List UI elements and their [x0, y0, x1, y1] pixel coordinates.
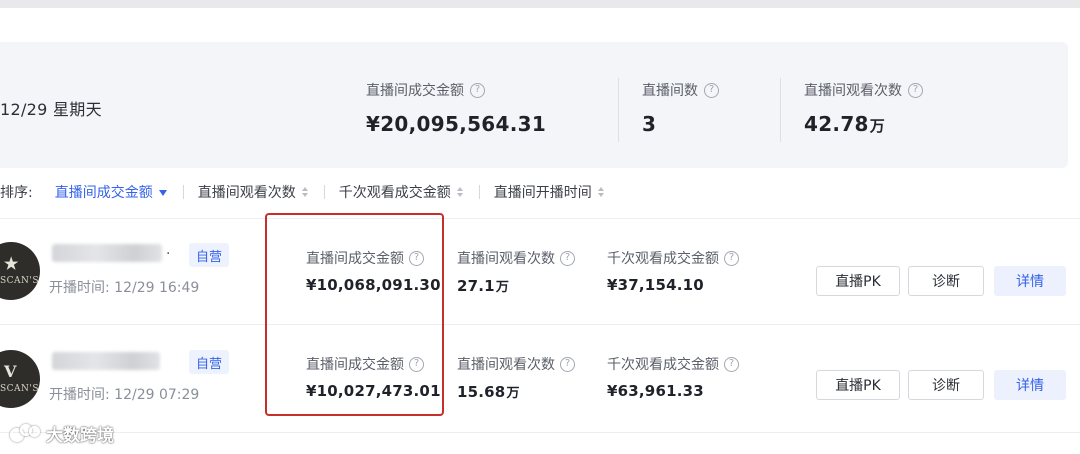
room-views: 直播间观看次数? 27.1万 — [457, 248, 575, 295]
live-pk-button[interactable]: 直播PK — [816, 370, 900, 400]
divider — [323, 185, 325, 199]
sort-arrows-icon — [456, 187, 463, 197]
help-icon[interactable]: ? — [560, 356, 575, 372]
sort-option-start-time[interactable]: 直播间开播时间 — [494, 182, 604, 202]
detail-button[interactable]: 详情 — [994, 266, 1066, 296]
divider — [182, 185, 184, 199]
room-gpm: 千次观看成交金额? ¥63,961.33 — [607, 354, 739, 400]
sort-label: 排序: — [0, 185, 33, 201]
help-icon[interactable]: ? — [704, 82, 719, 98]
divider — [0, 432, 1080, 433]
highlight-annotation-box — [265, 213, 444, 416]
watermark: 大数跨境 — [10, 421, 114, 446]
help-icon[interactable]: ? — [724, 250, 739, 266]
diagnose-button[interactable]: 诊断 — [908, 370, 984, 400]
avatar: V SCAN'S — [0, 350, 40, 408]
sort-bar: 排序: 直播间成交金额 直播间观看次数 千次观看成交金额 直播间开播时间 — [0, 180, 604, 204]
sort-arrows-icon — [301, 187, 308, 197]
self-operated-badge: 自营 — [189, 350, 230, 374]
metric-gmv-label: 直播间成交金额 — [366, 83, 464, 99]
divider — [0, 218, 1080, 219]
metric-room-count-value: 3 — [642, 112, 657, 136]
self-operated-badge: 自营 — [189, 243, 230, 267]
metric-room-count: 直播间数 ? 3 — [642, 80, 719, 136]
help-icon[interactable]: ? — [724, 356, 739, 372]
divider — [0, 324, 1080, 325]
help-icon[interactable]: ? — [908, 82, 923, 98]
sort-arrows-icon — [597, 187, 604, 197]
divider — [780, 78, 781, 142]
sort-option-views[interactable]: 直播间观看次数 — [198, 182, 308, 202]
top-strip — [0, 0, 1080, 8]
start-time: 开播时间: 12/29 07:29 — [49, 387, 200, 403]
metric-gmv-value: ¥20,095,564.31 — [366, 112, 547, 136]
detail-button[interactable]: 详情 — [994, 370, 1066, 400]
room-name-blurred — [52, 352, 160, 370]
sort-option-gpm[interactable]: 千次观看成交金额 — [339, 182, 463, 202]
help-icon[interactable]: ? — [560, 250, 575, 266]
diagnose-button[interactable]: 诊断 — [908, 266, 984, 296]
metric-gmv: 直播间成交金额 ? ¥20,095,564.31 — [366, 80, 546, 136]
sort-desc-icon — [158, 190, 167, 196]
sort-option-gmv[interactable]: 直播间成交金额 — [55, 182, 167, 202]
room-name-blurred — [52, 244, 162, 262]
divider — [618, 78, 619, 142]
live-room-list-page: 12/29 星期天 直播间成交金额 ? ¥20,095,564.31 直播间数 … — [0, 8, 1080, 454]
watermark-logo-icon — [10, 423, 42, 444]
live-pk-button[interactable]: 直播PK — [816, 266, 900, 296]
table-row: V SCAN'S 自营 开播时间: 12/29 07:29 直播间成交金额? ¥… — [0, 326, 1080, 430]
watermark-text: 大数跨境 — [46, 426, 114, 446]
avatar: ★ SCAN'S — [0, 242, 40, 300]
metric-views-value: 42.78万 — [804, 112, 886, 136]
room-views: 直播间观看次数? 15.68万 — [457, 354, 575, 401]
summary-date: 12/29 星期天 — [0, 100, 102, 119]
room-gpm: 千次观看成交金额? ¥37,154.10 — [607, 248, 739, 294]
metric-views: 直播间观看次数 ? 42.78万 — [804, 80, 923, 136]
divider — [478, 185, 480, 199]
summary-panel: 12/29 星期天 直播间成交金额 ? ¥20,095,564.31 直播间数 … — [0, 42, 1068, 168]
metric-room-count-label: 直播间数 — [642, 83, 698, 99]
table-row: ★ SCAN'S . 自营 开播时间: 12/29 16:49 直播间成交金额?… — [0, 220, 1080, 324]
help-icon[interactable]: ? — [470, 82, 485, 98]
metric-views-label: 直播间观看次数 — [804, 83, 902, 99]
start-time: 开播时间: 12/29 16:49 — [49, 280, 200, 296]
